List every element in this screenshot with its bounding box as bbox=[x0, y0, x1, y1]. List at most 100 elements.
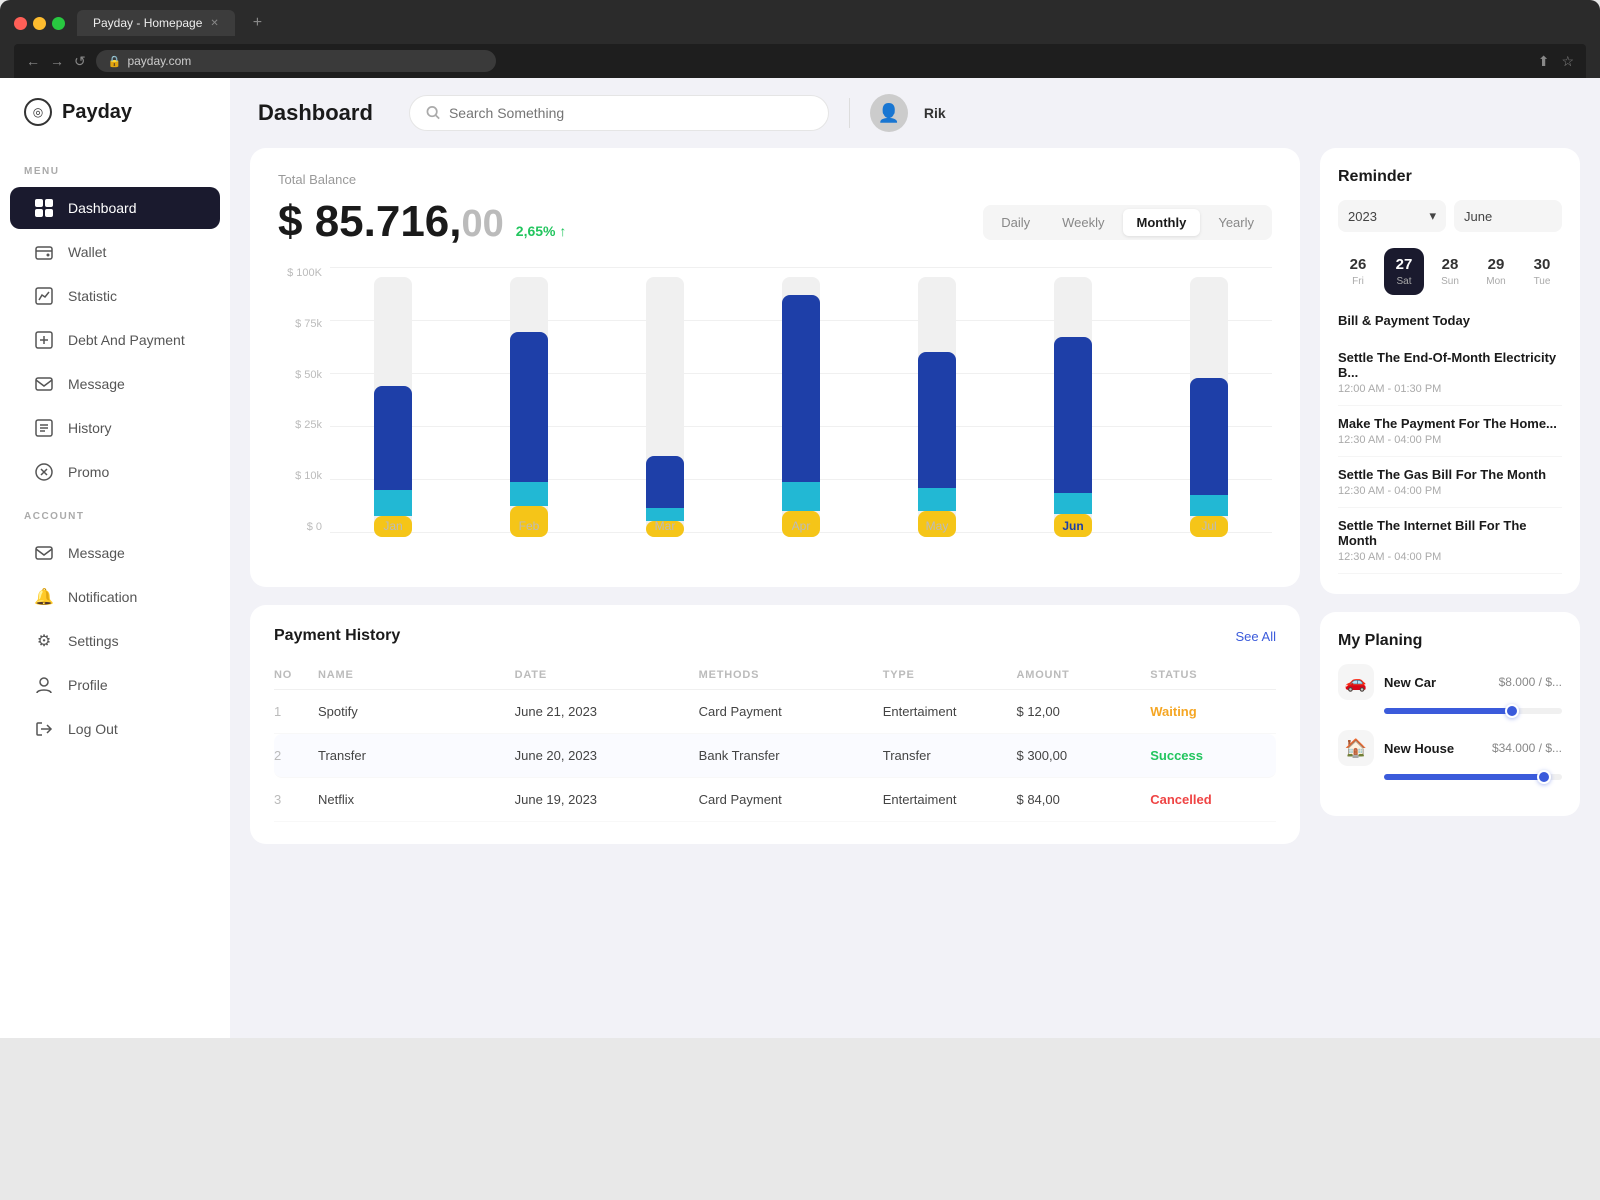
calendar-day[interactable]: 30 Tue bbox=[1522, 248, 1562, 295]
logo-icon: ◎ bbox=[24, 98, 52, 126]
lock-icon: 🔒 bbox=[108, 55, 122, 68]
tab-yearly[interactable]: Yearly bbox=[1204, 209, 1268, 236]
share-icon[interactable]: ⬆ bbox=[1538, 53, 1550, 70]
sidebar-item-account-message[interactable]: Message bbox=[10, 532, 220, 574]
address-field[interactable]: 🔒 payday.com bbox=[96, 50, 496, 72]
bill-time: 12:30 AM - 04:00 PM bbox=[1338, 434, 1562, 446]
sidebar-item-debt[interactable]: Debt And Payment bbox=[10, 319, 220, 361]
cell-no: 2 bbox=[274, 748, 310, 763]
bill-item: Settle The Internet Bill For The Month 1… bbox=[1338, 508, 1562, 574]
forward-button[interactable]: → bbox=[50, 53, 64, 69]
calendar-days: 26 Fri 27 Sat 28 Sun 29 Mon 30 Tue bbox=[1338, 248, 1562, 295]
promo-label: Promo bbox=[68, 464, 109, 480]
sidebar-item-logout[interactable]: Log Out bbox=[10, 708, 220, 750]
x-label: Jan bbox=[330, 519, 456, 533]
planning-bar-dot[interactable] bbox=[1505, 704, 1519, 718]
planning-item-name: New Car bbox=[1384, 675, 1489, 690]
bill-name: Settle The Gas Bill For The Month bbox=[1338, 467, 1562, 482]
sidebar: ◎ Payday MENU Dashboard bbox=[0, 78, 230, 1038]
calendar-day[interactable]: 26 Fri bbox=[1338, 248, 1378, 295]
refresh-button[interactable]: ↺ bbox=[74, 53, 86, 70]
calendar-day[interactable]: 29 Mon bbox=[1476, 248, 1516, 295]
cell-amount: $ 12,00 bbox=[1016, 704, 1142, 719]
balance-label: Total Balance bbox=[278, 172, 1272, 187]
account-message-icon bbox=[34, 543, 54, 563]
tab-weekly[interactable]: Weekly bbox=[1048, 209, 1118, 236]
day-name: Mon bbox=[1486, 276, 1505, 287]
col-no: NO bbox=[274, 669, 310, 681]
chart-bar-col: Mar bbox=[602, 267, 728, 537]
y-label: $ 0 bbox=[278, 521, 322, 533]
bill-items: Settle The End-Of-Month Electricity B...… bbox=[1338, 340, 1562, 574]
payment-history-title: Payment History bbox=[274, 627, 400, 645]
profile-label: Profile bbox=[68, 677, 108, 693]
settings-icon: ⚙ bbox=[34, 631, 54, 651]
day-number: 27 bbox=[1396, 256, 1413, 273]
cell-date: June 20, 2023 bbox=[515, 748, 691, 763]
cell-date: June 21, 2023 bbox=[515, 704, 691, 719]
planning-title: My Planing bbox=[1338, 632, 1562, 650]
close-dot[interactable] bbox=[14, 17, 27, 30]
history-label: History bbox=[68, 420, 112, 436]
sidebar-item-notification[interactable]: 🔔 Notification bbox=[10, 576, 220, 618]
see-all-link[interactable]: See All bbox=[1236, 629, 1276, 644]
col-type: TYPE bbox=[883, 669, 1009, 681]
page-title: Dashboard bbox=[258, 100, 373, 126]
sidebar-item-statistic[interactable]: Statistic bbox=[10, 275, 220, 317]
cell-name: Transfer bbox=[318, 748, 507, 763]
app-logo: ◎ Payday bbox=[0, 98, 230, 150]
sidebar-item-settings[interactable]: ⚙ Settings bbox=[10, 620, 220, 662]
statistic-icon bbox=[34, 286, 54, 306]
logo-text: Payday bbox=[62, 101, 132, 124]
sidebar-item-message[interactable]: Message bbox=[10, 363, 220, 405]
tab-daily[interactable]: Daily bbox=[987, 209, 1044, 236]
right-panel: Reminder 2023 ▾ June 26 Fri 27 Sat bbox=[1320, 148, 1580, 844]
year-dropdown[interactable]: 2023 ▾ bbox=[1338, 200, 1446, 232]
new-tab-button[interactable]: + bbox=[247, 14, 268, 32]
bill-item: Make The Payment For The Home... 12:30 A… bbox=[1338, 406, 1562, 457]
maximize-dot[interactable] bbox=[52, 17, 65, 30]
sidebar-item-promo[interactable]: Promo bbox=[10, 451, 220, 493]
sidebar-item-history[interactable]: History bbox=[10, 407, 220, 449]
month-dropdown[interactable]: June bbox=[1454, 200, 1562, 232]
planning-bar-dot[interactable] bbox=[1537, 770, 1551, 784]
back-button[interactable]: ← bbox=[26, 53, 40, 69]
cell-name: Spotify bbox=[318, 704, 507, 719]
bill-time: 12:30 AM - 04:00 PM bbox=[1338, 551, 1562, 563]
bookmark-icon[interactable]: ☆ bbox=[1561, 53, 1574, 70]
bill-name: Make The Payment For The Home... bbox=[1338, 416, 1562, 431]
x-label: May bbox=[874, 519, 1000, 533]
x-label: Jul bbox=[1146, 519, 1272, 533]
planning-bar-fill bbox=[1384, 774, 1544, 780]
col-date: DATE bbox=[515, 669, 691, 681]
statistic-label: Statistic bbox=[68, 288, 117, 304]
status-badge: Cancelled bbox=[1150, 792, 1276, 807]
sidebar-item-wallet[interactable]: Wallet bbox=[10, 231, 220, 273]
dashboard-icon bbox=[34, 198, 54, 218]
payment-history-card: Payment History See All NO NAME DATE MET… bbox=[250, 605, 1300, 844]
calendar-day[interactable]: 27 Sat bbox=[1384, 248, 1424, 295]
tab-monthly[interactable]: Monthly bbox=[1123, 209, 1201, 236]
history-icon bbox=[34, 418, 54, 438]
account-section-label: ACCOUNT bbox=[0, 495, 230, 530]
calendar-day[interactable]: 28 Sun bbox=[1430, 248, 1470, 295]
browser-tab[interactable]: Payday - Homepage ✕ bbox=[77, 10, 235, 36]
y-label: $ 100K bbox=[278, 267, 322, 279]
sidebar-item-dashboard[interactable]: Dashboard bbox=[10, 187, 220, 229]
y-label: $ 10k bbox=[278, 470, 322, 482]
planning-icon: 🚗 bbox=[1338, 664, 1374, 700]
search-input[interactable] bbox=[449, 105, 812, 121]
planning-card: My Planing 🚗 New Car $8.000 / $... 🏠 New… bbox=[1320, 612, 1580, 816]
minimize-dot[interactable] bbox=[33, 17, 46, 30]
search-bar[interactable] bbox=[409, 95, 829, 131]
tab-close-icon[interactable]: ✕ bbox=[210, 18, 218, 29]
balance-card: Total Balance $ 85.716,00 2,65% ↑ Daily … bbox=[250, 148, 1300, 587]
col-name: NAME bbox=[318, 669, 507, 681]
bill-section-title: Bill & Payment Today bbox=[1338, 313, 1562, 328]
chevron-down-icon: ▾ bbox=[1429, 208, 1436, 224]
bill-item: Settle The End-Of-Month Electricity B...… bbox=[1338, 340, 1562, 406]
day-name: Fri bbox=[1352, 276, 1364, 287]
bill-name: Settle The Internet Bill For The Month bbox=[1338, 518, 1562, 548]
sidebar-item-profile[interactable]: Profile bbox=[10, 664, 220, 706]
day-number: 30 bbox=[1534, 256, 1551, 273]
